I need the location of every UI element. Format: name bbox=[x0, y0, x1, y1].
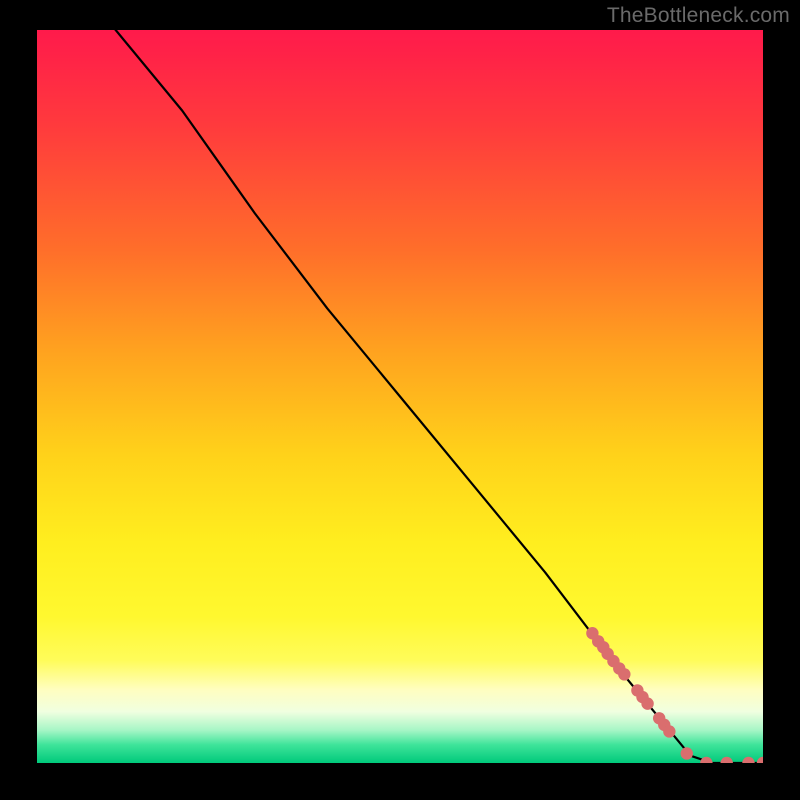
plot-area bbox=[37, 30, 763, 763]
chart-svg bbox=[37, 30, 763, 763]
data-point bbox=[663, 725, 675, 737]
data-point bbox=[618, 668, 630, 680]
data-point bbox=[681, 747, 693, 759]
chart-frame: TheBottleneck.com bbox=[0, 0, 800, 800]
watermark-label: TheBottleneck.com bbox=[607, 4, 790, 28]
data-point bbox=[641, 697, 653, 709]
